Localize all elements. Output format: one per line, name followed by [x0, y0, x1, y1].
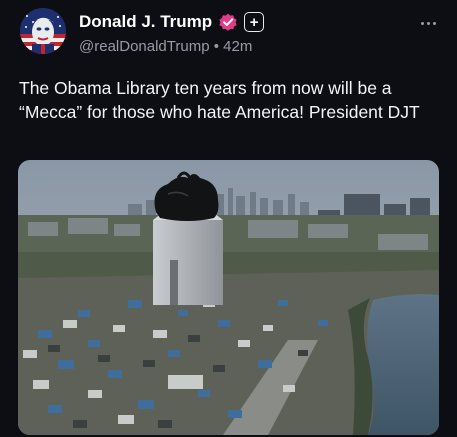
meta-separator: • — [213, 38, 219, 55]
plus-icon: + — [249, 13, 259, 31]
post-image-graphic — [18, 160, 439, 435]
post-card: Donald J. Trump + @realDonaldTrump • 42m… — [0, 0, 457, 437]
avatar-image — [20, 8, 66, 54]
follow-button[interactable]: + — [244, 12, 265, 32]
more-options-icon[interactable] — [421, 22, 436, 25]
post-image[interactable] — [18, 160, 439, 435]
handle[interactable]: @realDonaldTrump — [79, 38, 210, 55]
timestamp[interactable]: 42m — [223, 38, 252, 55]
post-text: The Obama Library ten years from now wil… — [19, 78, 420, 122]
meta-row: @realDonaldTrump • 42m — [79, 38, 252, 55]
display-name[interactable]: Donald J. Trump — [79, 12, 212, 32]
avatar[interactable] — [20, 8, 66, 54]
verified-badge-icon — [218, 12, 238, 32]
author-row: Donald J. Trump + — [79, 12, 265, 32]
